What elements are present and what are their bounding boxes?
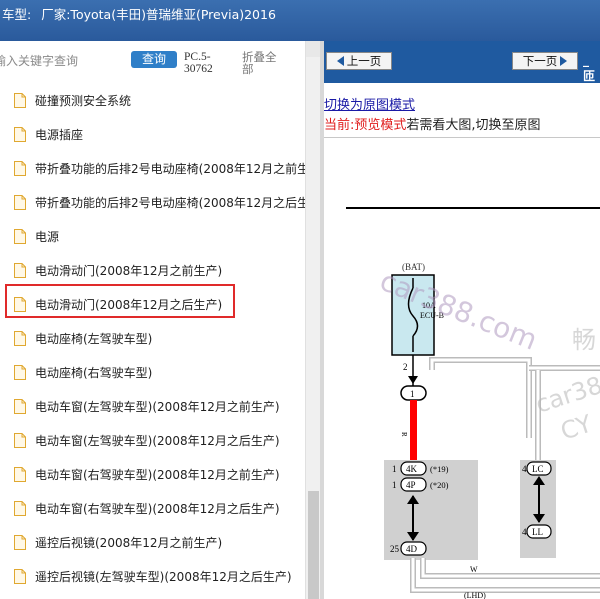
pin-1-4k: 1 bbox=[392, 464, 397, 474]
gray-wire-top bbox=[429, 357, 532, 438]
document-icon bbox=[14, 398, 26, 414]
document-icon bbox=[14, 364, 26, 380]
wire-color-r: R bbox=[400, 432, 408, 437]
tree-item[interactable]: 电源插座 bbox=[14, 122, 305, 146]
tree-item[interactable]: 带折叠功能的后排2号电动座椅(2008年12月之前生产) bbox=[14, 156, 305, 180]
tree-item-label: 电动车窗(左驾驶车型)(2008年12月之前生产) bbox=[35, 399, 280, 414]
wire-color-w: W bbox=[470, 565, 478, 574]
tree-item-label: 电动车窗(左驾驶车型)(2008年12月之后生产) bbox=[35, 433, 280, 448]
tree-item[interactable]: 电动车窗(左驾驶车型)(2008年12月之前生产) bbox=[14, 394, 305, 418]
tree-item-label: 带折叠功能的后排2号电动座椅(2008年12月之前生产) bbox=[35, 161, 305, 176]
pin-1-4p: 1 bbox=[392, 480, 397, 490]
title-prefix: 车型: bbox=[2, 7, 32, 22]
note-19: (*19) bbox=[430, 464, 449, 474]
tree-item[interactable]: 电动车窗(左驾驶车型)(2008年12月之后生产) bbox=[14, 428, 305, 452]
search-input[interactable] bbox=[0, 51, 122, 71]
connector-lc-label: LC bbox=[532, 464, 544, 474]
search-button[interactable]: 查询 bbox=[131, 51, 177, 68]
tree-item-label: 电源插座 bbox=[35, 127, 84, 142]
window-title: 厂家:Toyota(丰田)普瑞维亚(Previa)2016 bbox=[41, 7, 276, 22]
arrow-down-icon bbox=[408, 376, 418, 384]
lhd-label: (LHD) bbox=[464, 591, 486, 599]
document-tree: 碰撞预测安全系统 电源插座带折叠功能的后排2号电动座椅(2008年12月之前生产)… bbox=[0, 83, 305, 599]
document-icon bbox=[14, 466, 26, 482]
tree-item[interactable]: 带折叠功能的后排2号电动座椅(2008年12月之后生产) bbox=[14, 190, 305, 214]
watermark-text-4: CY bbox=[557, 409, 595, 445]
watermark-text-2: 畅 bbox=[572, 326, 596, 354]
tree-item[interactable]: 电动车窗(右驾驶车型)(2008年12月之前生产) bbox=[14, 462, 305, 486]
connector-4k-label: 4K bbox=[406, 464, 418, 474]
document-icon bbox=[14, 500, 26, 516]
connector-4p-label: 4P bbox=[406, 480, 416, 490]
watermark-text-3: car38 bbox=[532, 371, 600, 419]
wiring-diagram: (BAT) 10A ECU-B 2 1 R 1 4K (*19) 1 4P (*… bbox=[346, 207, 600, 599]
tree-item-label: 电动座椅(右驾驶车型) bbox=[35, 365, 153, 380]
document-icon bbox=[14, 568, 26, 584]
tree-item[interactable]: 遥控后视镜(2008年12月之前生产) bbox=[14, 530, 305, 554]
tree-item-label: 遥控后视镜(左驾驶车型)(2008年12月之后生产) bbox=[35, 569, 292, 584]
next-page-button[interactable]: 下一页 bbox=[512, 52, 578, 70]
pin-4-lc: 4 bbox=[522, 464, 527, 474]
pin-4-ll: 4 bbox=[522, 527, 527, 537]
connector-1-label: 1 bbox=[410, 389, 415, 399]
viewer-pane: 上一页 下一页 _ 匝 切换为原图模式 当前:预览模式若需看大图,切换至原图 (… bbox=[324, 41, 600, 599]
document-icon bbox=[14, 228, 26, 244]
left-pane: 查询 PC.5-30762 折叠全部 碰撞预测安全系统电源插座带折叠功能的后排2… bbox=[0, 41, 321, 599]
document-icon bbox=[14, 194, 26, 210]
tree-item-label: 电源 bbox=[35, 229, 60, 244]
prev-page-button[interactable]: 上一页 bbox=[326, 52, 392, 70]
tree-item-label: 遥控后视镜(2008年12月之前生产) bbox=[35, 535, 223, 550]
pc-code-label: PC.5-30762 bbox=[184, 51, 213, 75]
tree-item[interactable]: 遥控后视镜(左驾驶车型)(2008年12月之后生产) bbox=[14, 564, 305, 588]
tree-item[interactable]: 电源 bbox=[14, 224, 305, 248]
current-mode-label: 当前:预览模式 bbox=[324, 118, 407, 133]
document-icon bbox=[14, 92, 26, 108]
switch-original-mode-link[interactable]: 切换为原图模式 bbox=[324, 94, 415, 113]
collapse-all-link[interactable]: 折叠全部 bbox=[242, 51, 280, 75]
mode-status: 当前:预览模式若需看大图,切换至原图 bbox=[324, 114, 541, 133]
tree-item-label: 电动车窗(右驾驶车型)(2008年12月之后生产) bbox=[35, 501, 280, 516]
scroll-up-button[interactable] bbox=[306, 41, 321, 57]
tree-item-label: 带折叠功能的后排2号电动座椅(2008年12月之后生产) bbox=[35, 195, 305, 210]
document-icon bbox=[14, 534, 26, 550]
connector-ll-label: LL bbox=[532, 527, 543, 537]
tree-item-label: 电动车窗(右驾驶车型)(2008年12月之前生产) bbox=[35, 467, 280, 482]
viewer-nav-bar: 上一页 下一页 _ 匝 bbox=[324, 41, 600, 83]
tree-item[interactable]: 电动座椅(右驾驶车型) bbox=[14, 360, 305, 384]
selected-item-highlight bbox=[5, 284, 235, 318]
pin-25-label: 25 bbox=[390, 544, 400, 554]
arrow-left-icon bbox=[336, 56, 344, 66]
tree-item-label: 碰撞预测安全系统 bbox=[35, 93, 132, 108]
next-page-label: 下一页 bbox=[522, 54, 558, 68]
document-icon bbox=[14, 330, 26, 346]
mode-hint: 若需看大图,切换至原图 bbox=[406, 118, 541, 133]
nav-extra-text: _ 匝 bbox=[583, 53, 596, 83]
red-wire bbox=[410, 400, 417, 460]
tree-item-label: 电动滑动门(2008年12月之前生产) bbox=[35, 263, 223, 278]
tree-item-label: 电动座椅(左驾驶车型) bbox=[35, 331, 153, 346]
left-scrollbar[interactable] bbox=[305, 41, 321, 599]
search-bar: 查询 PC.5-30762 折叠全部 bbox=[0, 41, 320, 83]
pin-2-label: 2 bbox=[403, 362, 408, 372]
window-title-bar: 车型: 厂家:Toyota(丰田)普瑞维亚(Previa)2016 bbox=[0, 0, 600, 41]
tree-item[interactable]: 碰撞预测安全系统 bbox=[14, 88, 305, 112]
tree-item[interactable]: 电动座椅(左驾驶车型) bbox=[14, 326, 305, 350]
tree-item[interactable]: 电动滑动门(2008年12月之前生产) bbox=[14, 258, 305, 282]
tree-item[interactable]: 电动车窗(右驾驶车型)(2008年12月之后生产) bbox=[14, 496, 305, 520]
prev-page-label: 上一页 bbox=[346, 54, 382, 68]
document-icon bbox=[14, 126, 26, 142]
connector-4d-label: 4D bbox=[406, 544, 418, 554]
arrow-right-icon bbox=[560, 56, 568, 66]
document-icon bbox=[14, 262, 26, 278]
document-icon bbox=[14, 160, 26, 176]
scroll-thumb[interactable] bbox=[308, 491, 319, 599]
document-icon bbox=[14, 432, 26, 448]
note-20: (*20) bbox=[430, 480, 449, 490]
